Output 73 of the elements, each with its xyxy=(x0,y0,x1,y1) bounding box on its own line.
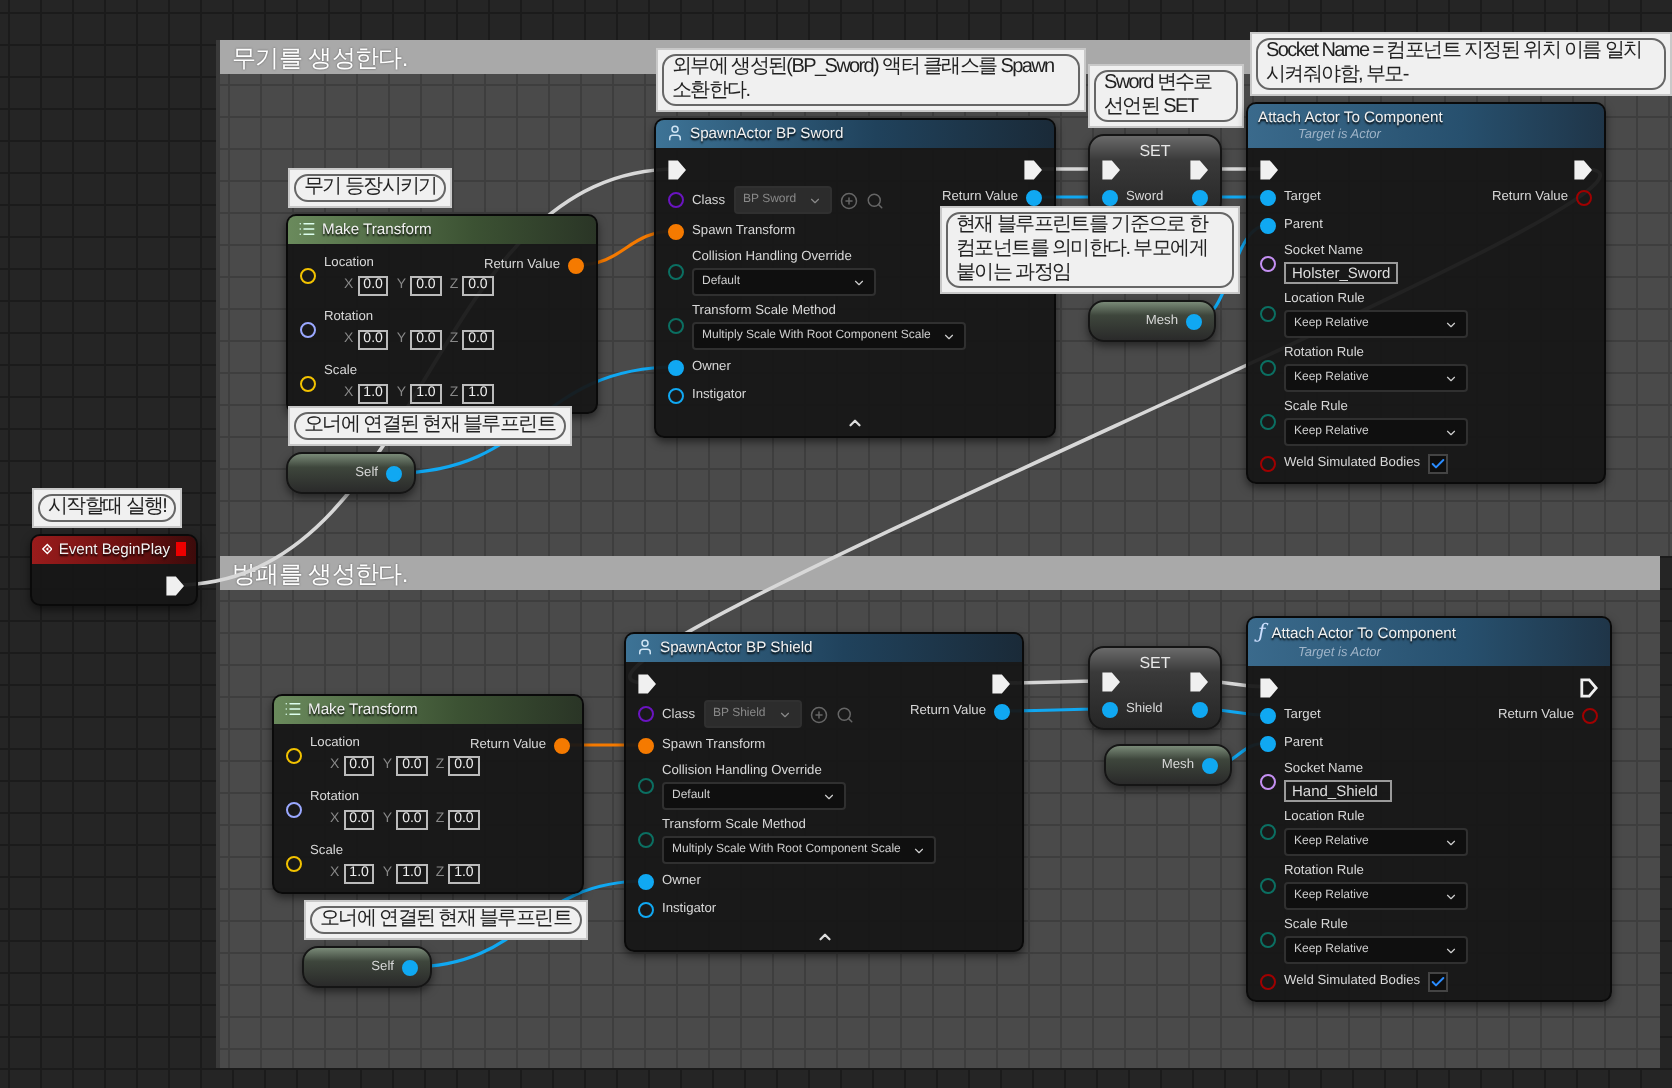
chevron-down-icon xyxy=(912,843,927,857)
pin[interactable] xyxy=(1260,255,1276,271)
add-icon[interactable] xyxy=(840,191,859,209)
pin[interactable] xyxy=(300,321,316,337)
pin[interactable] xyxy=(286,801,302,817)
collapse-icon[interactable] xyxy=(815,928,833,946)
note-bubble: 현재 블루프린트를 기준으로 한 컴포넌트를 의미한다. 부모에게 붙이는 과정임 xyxy=(940,206,1240,294)
search-icon[interactable] xyxy=(835,705,854,723)
add-icon[interactable] xyxy=(809,705,828,723)
exec-pin[interactable] xyxy=(1260,677,1278,697)
note-bubble: 오너에 연결된 현재 블루프린트 xyxy=(304,900,588,940)
exec-pin[interactable] xyxy=(166,575,184,595)
chevron-down-icon xyxy=(852,275,866,289)
exec-pin[interactable] xyxy=(1580,677,1598,697)
pin[interactable] xyxy=(1260,735,1276,751)
pin[interactable] xyxy=(668,359,684,375)
chevron-down-icon xyxy=(1444,889,1458,903)
event-icon xyxy=(42,540,53,558)
check-icon xyxy=(1430,455,1447,471)
chevron-down-icon xyxy=(777,707,792,721)
note-bubble: 시작할때 실행! xyxy=(32,488,183,528)
pin[interactable] xyxy=(554,737,570,753)
checkbox[interactable] xyxy=(1428,453,1449,473)
chevron-down-icon xyxy=(1444,835,1458,849)
pin[interactable] xyxy=(402,959,418,975)
exec-pin[interactable] xyxy=(1024,159,1042,179)
check-icon xyxy=(1430,973,1447,989)
list-icon xyxy=(284,700,302,718)
node-title: SET xyxy=(1139,654,1171,672)
exec-pin[interactable] xyxy=(992,673,1010,693)
checkbox[interactable] xyxy=(1428,971,1449,991)
chevron-down-icon xyxy=(808,193,823,207)
pin[interactable] xyxy=(638,873,654,889)
pin[interactable] xyxy=(1192,701,1208,717)
exec-pin[interactable] xyxy=(638,673,656,693)
exec-pin[interactable] xyxy=(1574,159,1592,179)
pin[interactable] xyxy=(638,901,654,917)
exec-pin[interactable] xyxy=(1190,671,1208,691)
chevron-down-icon xyxy=(1444,317,1458,331)
pin[interactable] xyxy=(638,737,654,753)
exec-pin[interactable] xyxy=(1260,159,1278,179)
note-bubble: Sword 변수로 선언된 SET xyxy=(1088,64,1244,128)
pin[interactable] xyxy=(1102,701,1118,717)
chevron-down-icon xyxy=(1444,371,1458,385)
chevron-down-icon xyxy=(1444,943,1458,957)
pin[interactable] xyxy=(1202,757,1218,773)
note-bubble: Socket Name = 컴포넌트 지정된 위치 이름 일치시켜줘야함, 부모- xyxy=(1250,32,1672,96)
chevron-down-icon xyxy=(1444,425,1458,439)
exec-pin[interactable] xyxy=(668,159,686,179)
pin[interactable] xyxy=(568,257,584,273)
exec-pin[interactable] xyxy=(1102,671,1120,691)
pin[interactable] xyxy=(1026,189,1042,205)
node-title: SET xyxy=(1139,142,1171,160)
note-bubble: 무기 등장시키기 xyxy=(288,168,453,208)
collapse-icon[interactable] xyxy=(846,414,864,432)
pin[interactable] xyxy=(668,223,684,239)
note-bubble: 오너에 연결된 현재 블루프린트 xyxy=(288,406,572,446)
note-bubble: 외부에 생성된(BP_Sword) 액터 클래스를 Spawn 소환한다. xyxy=(656,48,1086,112)
pin[interactable] xyxy=(1260,707,1276,723)
person-icon xyxy=(666,124,684,142)
chevron-down-icon xyxy=(942,329,957,343)
person-icon xyxy=(636,638,654,656)
search-icon[interactable] xyxy=(866,191,885,209)
pin[interactable] xyxy=(668,387,684,403)
pin[interactable] xyxy=(1186,313,1202,329)
function-glyph: ƒ xyxy=(1258,622,1266,644)
pin[interactable] xyxy=(1260,773,1276,789)
list-icon xyxy=(298,220,316,238)
pin[interactable] xyxy=(386,465,402,481)
chevron-down-icon xyxy=(822,789,836,803)
pin[interactable] xyxy=(1260,217,1276,233)
pin[interactable] xyxy=(994,703,1010,719)
pin[interactable] xyxy=(1260,189,1276,205)
